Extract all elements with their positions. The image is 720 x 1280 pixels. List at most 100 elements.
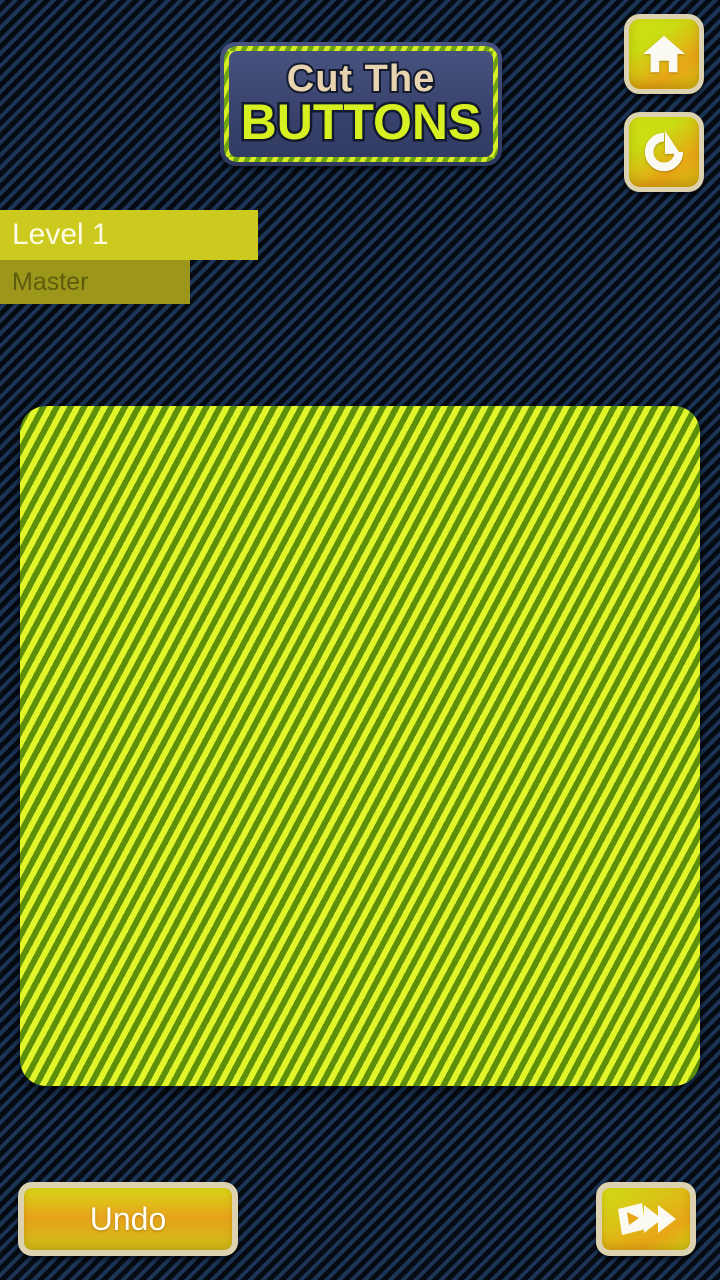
button-piece[interactable]	[120, 428, 200, 508]
button-piece[interactable]	[360, 508, 440, 588]
empty-socket	[366, 754, 434, 822]
button-red[interactable]	[123, 431, 197, 505]
button-orange[interactable]	[523, 591, 597, 665]
button-orange[interactable]	[603, 591, 677, 665]
button-piece[interactable]	[200, 428, 280, 508]
button-piece[interactable]	[280, 428, 360, 508]
button-piece[interactable]	[360, 988, 440, 1068]
empty-socket	[446, 834, 514, 902]
empty-slot	[440, 508, 520, 588]
game-board[interactable]	[20, 406, 700, 1086]
button-red[interactable]	[603, 911, 677, 985]
button-piece[interactable]	[520, 828, 600, 908]
button-holes	[627, 615, 653, 641]
button-holes	[467, 455, 493, 481]
button-pink[interactable]	[123, 511, 197, 585]
button-piece[interactable]	[280, 988, 360, 1068]
button-pink[interactable]	[603, 831, 677, 905]
button-green[interactable]	[43, 831, 117, 905]
empty-slot	[440, 748, 520, 828]
button-piece[interactable]	[520, 668, 600, 748]
level-label: Level 1	[12, 218, 109, 251]
empty-socket	[606, 674, 674, 742]
skip-level-button[interactable]	[596, 1182, 696, 1256]
button-pink[interactable]	[203, 511, 277, 585]
empty-slot	[360, 828, 440, 908]
button-red[interactable]	[363, 431, 437, 505]
empty-socket	[446, 914, 514, 982]
button-holes	[303, 611, 337, 645]
empty-socket	[526, 914, 594, 982]
button-piece[interactable]	[600, 908, 680, 988]
button-holes	[467, 1015, 493, 1041]
button-red[interactable]	[283, 991, 357, 1065]
empty-slot	[200, 668, 280, 748]
empty-socket	[366, 594, 434, 662]
button-piece[interactable]	[440, 428, 520, 508]
empty-socket	[46, 994, 114, 1062]
empty-slot	[280, 908, 360, 988]
video-fast-forward-icon	[614, 1199, 678, 1239]
button-orange[interactable]	[523, 671, 597, 745]
empty-slot	[40, 668, 120, 748]
button-piece[interactable]	[200, 508, 280, 588]
button-red[interactable]	[523, 511, 597, 585]
button-piece[interactable]	[40, 748, 120, 828]
button-holes	[627, 855, 653, 881]
button-piece[interactable]	[520, 988, 600, 1068]
button-holes	[547, 855, 573, 881]
button-pink[interactable]	[603, 751, 677, 825]
empty-socket	[606, 994, 674, 1062]
empty-socket	[606, 514, 674, 582]
button-holes	[547, 615, 573, 641]
empty-slot	[40, 508, 120, 588]
button-red[interactable]	[363, 991, 437, 1065]
game-title-plaque: Cut The BUTTONS	[220, 42, 502, 166]
button-holes	[387, 1015, 413, 1041]
empty-socket	[126, 674, 194, 742]
button-piece[interactable]	[258, 566, 382, 690]
empty-socket	[366, 674, 434, 742]
empty-socket	[46, 674, 114, 742]
button-orange[interactable]	[280, 574, 360, 682]
home-button[interactable]	[624, 14, 704, 94]
game-screen: Cut The BUTTONS Level 1 Master Undo	[0, 0, 720, 1280]
title-line-2: BUTTONS	[238, 93, 484, 150]
button-piece[interactable]	[40, 828, 120, 908]
button-red[interactable]	[283, 431, 357, 505]
button-piece[interactable]	[520, 588, 600, 668]
mode-banner: Master	[0, 260, 190, 304]
button-piece[interactable]	[440, 988, 520, 1068]
empty-socket	[286, 674, 354, 742]
button-pink[interactable]	[523, 831, 597, 905]
button-holes	[307, 1015, 333, 1041]
button-piece[interactable]	[120, 908, 200, 988]
button-red[interactable]	[443, 991, 517, 1065]
button-piece[interactable]	[520, 748, 600, 828]
button-pink[interactable]	[43, 431, 117, 505]
button-piece[interactable]	[520, 508, 600, 588]
cut-thread[interactable]	[75, 625, 305, 636]
button-holes	[387, 535, 413, 561]
button-piece[interactable]	[40, 428, 120, 508]
undo-button[interactable]: Undo	[18, 1182, 238, 1256]
button-orange[interactable]	[523, 751, 597, 825]
button-green[interactable]	[123, 911, 197, 985]
button-orange[interactable]	[363, 511, 437, 585]
button-piece[interactable]	[360, 428, 440, 508]
empty-slot	[600, 988, 680, 1068]
button-holes	[307, 455, 333, 481]
button-holes	[67, 455, 93, 481]
button-piece[interactable]	[120, 508, 200, 588]
button-piece[interactable]	[600, 748, 680, 828]
button-piece[interactable]	[600, 588, 680, 668]
empty-slot	[440, 828, 520, 908]
button-piece[interactable]	[600, 828, 680, 908]
button-red[interactable]	[203, 431, 277, 505]
restart-button[interactable]	[624, 112, 704, 192]
button-green[interactable]	[43, 751, 117, 825]
empty-slot	[440, 588, 520, 668]
button-holes	[67, 855, 93, 881]
button-red[interactable]	[523, 991, 597, 1065]
button-orange[interactable]	[443, 431, 517, 505]
